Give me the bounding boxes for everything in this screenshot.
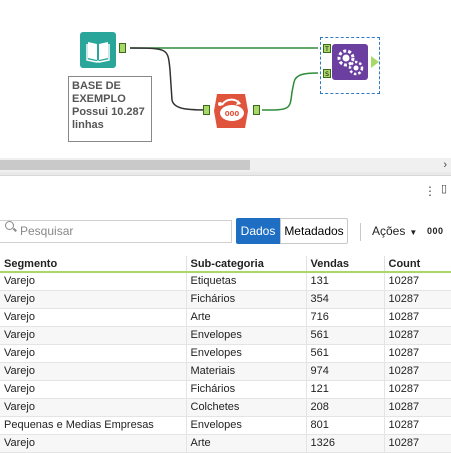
cell-vendas[interactable]: 801 (306, 416, 385, 435)
cell-count[interactable]: 10287 (384, 380, 451, 399)
column-header-count[interactable]: Count (384, 256, 451, 273)
cell-vendas[interactable]: 974 (306, 362, 385, 381)
workflow-canvas[interactable]: BASE DE EXEMPLO Possui 10.287 linhas 000… (0, 0, 451, 158)
results-table: Segmento Sub-categoria Vendas Count Vare… (0, 256, 451, 453)
scroll-right-arrow-icon[interactable]: › (443, 158, 447, 172)
cell-count[interactable]: 10287 (384, 326, 451, 345)
cell-vendas[interactable]: 561 (306, 344, 385, 363)
acoes-dropdown[interactable]: Ações ▼ (372, 218, 417, 244)
table-row[interactable]: Pequenas e Medias Empresas Envelopes 801 10… (0, 416, 451, 435)
table-row[interactable]: Varejo Fichários 354 10287 (0, 290, 451, 309)
table-header-row: Segmento Sub-categoria Vendas Count (0, 256, 451, 273)
table-row[interactable]: Varejo Envelopes 561 10287 (0, 344, 451, 363)
table-body: Varejo Etiquetas 131 10287 Varejo Fichários 35… (0, 272, 451, 453)
cell-viewer-button[interactable]: 000 (427, 218, 444, 244)
cell-sub-categoria[interactable]: Envelopes (186, 416, 307, 435)
cell-count[interactable]: 10287 (384, 344, 451, 363)
toolbar-divider (360, 223, 361, 241)
cell-segmento[interactable]: Varejo (0, 434, 187, 453)
sample-output-anchor[interactable] (253, 105, 260, 115)
cell-vendas[interactable]: 561 (306, 326, 385, 345)
cell-sub-categoria[interactable]: Fichários (186, 290, 307, 309)
cell-vendas[interactable]: 1326 (306, 434, 385, 453)
cell-sub-categoria[interactable]: Materiais (186, 362, 307, 381)
acoes-label: Ações (372, 224, 406, 238)
join-anchor-t[interactable]: T (323, 44, 331, 53)
caret-down-icon: ▼ (409, 228, 418, 237)
results-pane-header (0, 177, 451, 207)
expand-icon[interactable]: ▯ (441, 182, 447, 195)
cell-segmento[interactable]: Varejo (0, 290, 187, 309)
gears-icon (332, 44, 368, 80)
table-row[interactable]: Varejo Envelopes 561 10287 (0, 326, 451, 345)
cell-count[interactable]: 10287 (384, 290, 451, 309)
sample-tool-label: 000 (225, 110, 240, 118)
results-toolbar: Pesquisar Dados Metadados Ações ▼ 000 (0, 216, 451, 248)
table-row[interactable]: Varejo Fichários 121 10287 (0, 380, 451, 399)
cell-sub-categoria[interactable]: Colchetes (186, 398, 307, 417)
join-tool[interactable] (332, 44, 368, 80)
cell-vendas[interactable]: 354 (306, 290, 385, 309)
cell-sub-categoria[interactable]: Envelopes (186, 326, 307, 345)
pane-splitter[interactable] (0, 172, 451, 176)
scrollbar-thumb[interactable] (0, 160, 250, 170)
sample-input-anchor[interactable] (203, 105, 210, 115)
input-output-anchor[interactable] (119, 43, 126, 53)
cell-segmento[interactable]: Varejo (0, 308, 187, 327)
cell-segmento[interactable]: Pequenas e Medias Empresas (0, 416, 187, 435)
cell-count[interactable]: 10287 (384, 416, 451, 435)
wire-sample-to-join (261, 72, 319, 111)
cell-vendas[interactable]: 716 (306, 308, 385, 327)
tab-dados[interactable]: Dados (236, 218, 280, 244)
sample-tool[interactable]: 000 (212, 92, 250, 130)
book-icon (80, 32, 116, 68)
cell-sub-categoria[interactable]: Arte (186, 308, 307, 327)
join-output-anchor[interactable] (371, 56, 379, 68)
table-row[interactable]: Varejo Etiquetas 131 10287 (0, 272, 451, 291)
sample-tool-icon: 000 (214, 94, 248, 128)
column-header-sub-categoria[interactable]: Sub-categoria (186, 256, 307, 273)
cell-vendas[interactable]: 131 (306, 272, 385, 291)
table-row[interactable]: Varejo Materiais 974 10287 (0, 362, 451, 381)
table-row[interactable]: Varejo Colchetes 208 10287 (0, 398, 451, 417)
search-icon (5, 221, 14, 230)
column-header-segmento[interactable]: Segmento (0, 256, 187, 273)
input-data-tool[interactable] (80, 32, 116, 68)
more-options-icon[interactable]: ⋮ (424, 184, 436, 198)
cell-count[interactable]: 10287 (384, 362, 451, 381)
column-header-vendas[interactable]: Vendas (306, 256, 385, 273)
cell-count[interactable]: 10287 (384, 398, 451, 417)
cell-segmento[interactable]: Varejo (0, 380, 187, 399)
tool-annotation: BASE DE EXEMPLO Possui 10.287 linhas (68, 76, 152, 142)
cell-count[interactable]: 10287 (384, 272, 451, 291)
cell-count[interactable]: 10287 (384, 308, 451, 327)
cell-segmento[interactable]: Varejo (0, 326, 187, 345)
cell-count[interactable]: 10287 (384, 434, 451, 453)
workflow-window: BASE DE EXEMPLO Possui 10.287 linhas 000… (0, 0, 451, 453)
cell-vendas[interactable]: 208 (306, 398, 385, 417)
table-row[interactable]: Varejo Arte 716 10287 (0, 308, 451, 327)
cell-segmento[interactable]: Varejo (0, 362, 187, 381)
cell-segmento[interactable]: Varejo (0, 398, 187, 417)
canvas-horizontal-scrollbar[interactable]: › (0, 158, 451, 172)
cell-vendas[interactable]: 121 (306, 380, 385, 399)
cell-sub-categoria[interactable]: Fichários (186, 380, 307, 399)
table-row[interactable]: Varejo Arte 1326 10287 (0, 434, 451, 453)
cell-sub-categoria[interactable]: Arte (186, 434, 307, 453)
search-input[interactable]: Pesquisar (0, 220, 232, 243)
join-anchor-s[interactable]: S (323, 69, 331, 78)
cell-sub-categoria[interactable]: Etiquetas (186, 272, 307, 291)
cell-segmento[interactable]: Varejo (0, 272, 187, 291)
cell-sub-categoria[interactable]: Envelopes (186, 344, 307, 363)
tab-metadados[interactable]: Metadados (280, 218, 348, 244)
cell-segmento[interactable]: Varejo (0, 344, 187, 363)
